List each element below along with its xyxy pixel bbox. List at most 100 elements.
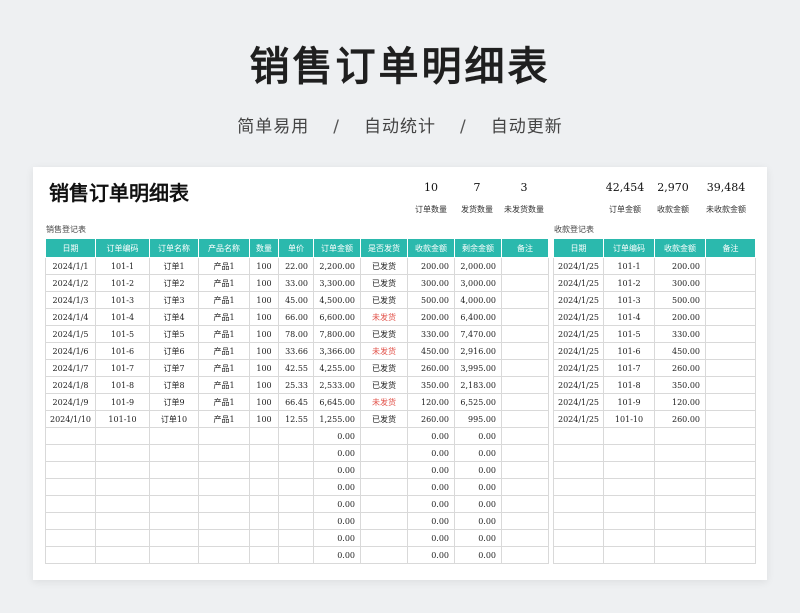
sales-table-cell[interactable]: 1,255.00 bbox=[313, 410, 361, 428]
sales-table-cell[interactable] bbox=[198, 529, 250, 547]
payments-table-cell[interactable] bbox=[705, 529, 756, 547]
payments-table-cell[interactable]: 2024/1/25 bbox=[553, 274, 604, 292]
payments-table-cell[interactable] bbox=[603, 444, 655, 462]
sales-table-cell[interactable]: 0.00 bbox=[454, 461, 502, 479]
sales-table-cell[interactable]: 101-1 bbox=[95, 257, 150, 275]
sales-table-cell[interactable] bbox=[95, 529, 150, 547]
payments-table-cell[interactable] bbox=[705, 478, 756, 496]
payments-table-cell[interactable]: 101-3 bbox=[603, 291, 655, 309]
sales-table-cell[interactable]: 0.00 bbox=[313, 427, 361, 445]
sales-table-cell[interactable]: 200.00 bbox=[407, 308, 455, 326]
payments-header-cell[interactable]: 收款金额 bbox=[654, 238, 706, 258]
payments-table-cell[interactable] bbox=[603, 495, 655, 513]
sales-header-cell[interactable]: 订单名称 bbox=[149, 238, 199, 258]
sales-table-cell[interactable]: 4,500.00 bbox=[313, 291, 361, 309]
payments-table-cell[interactable]: 101-1 bbox=[603, 257, 655, 275]
sales-table-cell[interactable] bbox=[198, 495, 250, 513]
sales-table-cell[interactable]: 订单7 bbox=[149, 359, 199, 377]
payments-table-cell[interactable]: 500.00 bbox=[654, 291, 706, 309]
sales-table-cell[interactable]: 产品1 bbox=[198, 359, 250, 377]
sales-table-cell[interactable]: 未发货 bbox=[360, 393, 408, 411]
payments-table-cell[interactable] bbox=[705, 325, 756, 343]
payments-table-cell[interactable]: 350.00 bbox=[654, 376, 706, 394]
sales-table-cell[interactable] bbox=[278, 546, 314, 564]
sales-table-cell[interactable] bbox=[501, 359, 549, 377]
sales-table-cell[interactable]: 2024/1/5 bbox=[45, 325, 96, 343]
sales-table-cell[interactable]: 0.00 bbox=[407, 512, 455, 530]
sales-table-cell[interactable] bbox=[501, 461, 549, 479]
sales-table-cell[interactable]: 6,600.00 bbox=[313, 308, 361, 326]
payments-table-cell[interactable] bbox=[705, 461, 756, 479]
sales-table-cell[interactable]: 已发货 bbox=[360, 274, 408, 292]
sales-table-cell[interactable] bbox=[360, 461, 408, 479]
sales-table-cell[interactable]: 2024/1/8 bbox=[45, 376, 96, 394]
sales-table-cell[interactable] bbox=[95, 427, 150, 445]
sales-table-cell[interactable]: 4,255.00 bbox=[313, 359, 361, 377]
payments-table-cell[interactable] bbox=[603, 427, 655, 445]
payments-table-cell[interactable]: 2024/1/25 bbox=[553, 376, 604, 394]
sales-table-cell[interactable]: 6,645.00 bbox=[313, 393, 361, 411]
payments-table-cell[interactable] bbox=[603, 546, 655, 564]
payments-table-cell[interactable]: 2024/1/25 bbox=[553, 410, 604, 428]
sales-table-cell[interactable] bbox=[360, 546, 408, 564]
sales-table-cell[interactable]: 350.00 bbox=[407, 376, 455, 394]
sales-table-cell[interactable]: 3,000.00 bbox=[454, 274, 502, 292]
payments-table-cell[interactable] bbox=[705, 274, 756, 292]
sales-table-cell[interactable]: 7,470.00 bbox=[454, 325, 502, 343]
sales-table-cell[interactable] bbox=[149, 478, 199, 496]
sales-table-cell[interactable]: 订单9 bbox=[149, 393, 199, 411]
sales-table-cell[interactable]: 2024/1/7 bbox=[45, 359, 96, 377]
sales-table-cell[interactable] bbox=[501, 444, 549, 462]
sales-table-cell[interactable] bbox=[501, 495, 549, 513]
sales-table-cell[interactable]: 200.00 bbox=[407, 257, 455, 275]
payments-table-cell[interactable] bbox=[705, 291, 756, 309]
sales-table-cell[interactable] bbox=[45, 529, 96, 547]
sales-table-cell[interactable]: 0.00 bbox=[407, 461, 455, 479]
payments-table-cell[interactable] bbox=[603, 512, 655, 530]
sales-table-cell[interactable]: 0.00 bbox=[313, 444, 361, 462]
payments-table-cell[interactable] bbox=[654, 495, 706, 513]
sales-table-cell[interactable] bbox=[198, 427, 250, 445]
sales-table-cell[interactable]: 100 bbox=[249, 393, 279, 411]
sales-table-cell[interactable] bbox=[501, 410, 549, 428]
sales-table-cell[interactable] bbox=[249, 427, 279, 445]
sales-table-cell[interactable] bbox=[501, 427, 549, 445]
sales-table-cell[interactable]: 33.66 bbox=[278, 342, 314, 360]
sales-table-cell[interactable] bbox=[45, 546, 96, 564]
payments-header-cell[interactable]: 日期 bbox=[553, 238, 604, 258]
payments-table-cell[interactable]: 200.00 bbox=[654, 257, 706, 275]
payments-table-cell[interactable] bbox=[654, 427, 706, 445]
payments-table-cell[interactable]: 101-8 bbox=[603, 376, 655, 394]
sales-table-cell[interactable] bbox=[95, 461, 150, 479]
sales-header-cell[interactable]: 单价 bbox=[278, 238, 314, 258]
sales-table-cell[interactable] bbox=[501, 512, 549, 530]
sales-table-cell[interactable]: 订单10 bbox=[149, 410, 199, 428]
sales-table-cell[interactable]: 产品1 bbox=[198, 393, 250, 411]
sales-table-cell[interactable]: 产品1 bbox=[198, 342, 250, 360]
sales-table-cell[interactable] bbox=[360, 512, 408, 530]
sales-table-cell[interactable]: 4,000.00 bbox=[454, 291, 502, 309]
sales-table-cell[interactable]: 2024/1/10 bbox=[45, 410, 96, 428]
payments-table-cell[interactable] bbox=[705, 393, 756, 411]
sales-table-cell[interactable] bbox=[249, 461, 279, 479]
sales-table-cell[interactable]: 100 bbox=[249, 410, 279, 428]
sales-table-cell[interactable]: 66.00 bbox=[278, 308, 314, 326]
sales-header-cell[interactable]: 日期 bbox=[45, 238, 96, 258]
sales-table-cell[interactable] bbox=[198, 444, 250, 462]
payments-table-cell[interactable]: 2024/1/25 bbox=[553, 342, 604, 360]
payments-table-cell[interactable]: 2024/1/25 bbox=[553, 359, 604, 377]
sales-table-cell[interactable] bbox=[249, 478, 279, 496]
payments-table-cell[interactable]: 2024/1/25 bbox=[553, 291, 604, 309]
sales-table-cell[interactable]: 产品1 bbox=[198, 291, 250, 309]
payments-table-cell[interactable]: 260.00 bbox=[654, 410, 706, 428]
sales-table-cell[interactable] bbox=[360, 427, 408, 445]
sales-table-cell[interactable] bbox=[198, 512, 250, 530]
sales-table-cell[interactable]: 订单3 bbox=[149, 291, 199, 309]
sales-table-cell[interactable]: 产品1 bbox=[198, 257, 250, 275]
sales-header-cell[interactable]: 订单金额 bbox=[313, 238, 361, 258]
sales-table-cell[interactable] bbox=[149, 529, 199, 547]
sales-table-cell[interactable]: 100 bbox=[249, 257, 279, 275]
sales-table-cell[interactable] bbox=[149, 444, 199, 462]
sales-table-cell[interactable]: 订单4 bbox=[149, 308, 199, 326]
sales-table-cell[interactable] bbox=[501, 376, 549, 394]
